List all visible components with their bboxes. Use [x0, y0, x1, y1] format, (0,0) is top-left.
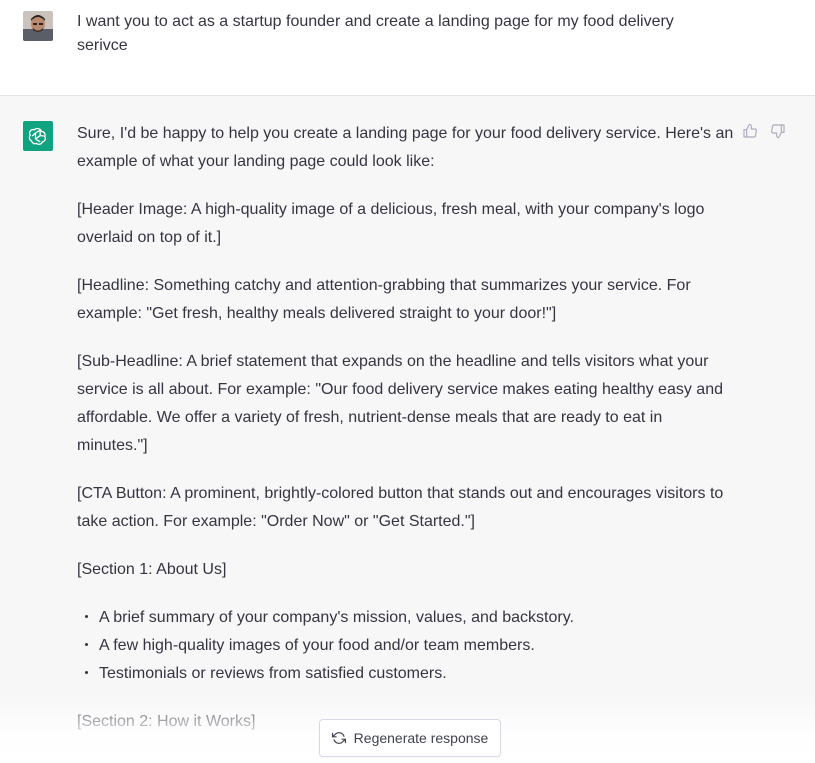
- user-message-text: I want you to act as a startup founder a…: [77, 13, 674, 54]
- answer-paragraph: [Headline: Something catchy and attentio…: [77, 277, 691, 322]
- user-message-row: I want you to act as a startup founder a…: [0, 0, 815, 96]
- openai-logo-icon: [28, 127, 46, 145]
- assistant-avatar: [23, 121, 53, 151]
- answer-paragraph: [Sub-Headline: A brief statement that ex…: [77, 353, 723, 454]
- regenerate-response-label: Regenerate response: [353, 730, 489, 746]
- assistant-message-row: Sure, I'd be happy to help you create a …: [0, 96, 815, 763]
- thumbs-up-icon[interactable]: [742, 123, 758, 139]
- answer-paragraph: [CTA Button: A prominent, brightly-color…: [77, 485, 724, 530]
- user-avatar: [23, 11, 53, 41]
- chat-page: I want you to act as a startup founder a…: [0, 0, 815, 763]
- assistant-message-text: Sure, I'd be happy to help you create a …: [77, 120, 735, 756]
- answer-paragraph: [Section 1: About Us]: [77, 561, 227, 578]
- answer-bullet-list: A brief summary of your company's missio…: [77, 604, 735, 688]
- answer-paragraph: Sure, I'd be happy to help you create a …: [77, 125, 734, 170]
- refresh-icon: [331, 732, 346, 744]
- list-item: A few high-quality images of your food a…: [85, 632, 735, 660]
- regenerate-response-button[interactable]: Regenerate response: [319, 719, 501, 757]
- answer-paragraph: [Header Image: A high-quality image of a…: [77, 201, 705, 246]
- feedback-controls: [742, 123, 786, 139]
- user-avatar-image: [23, 11, 53, 41]
- thumbs-down-icon[interactable]: [770, 123, 786, 139]
- list-item: Testimonials or reviews from satisfied c…: [85, 660, 735, 688]
- list-item: A brief summary of your company's missio…: [85, 604, 735, 632]
